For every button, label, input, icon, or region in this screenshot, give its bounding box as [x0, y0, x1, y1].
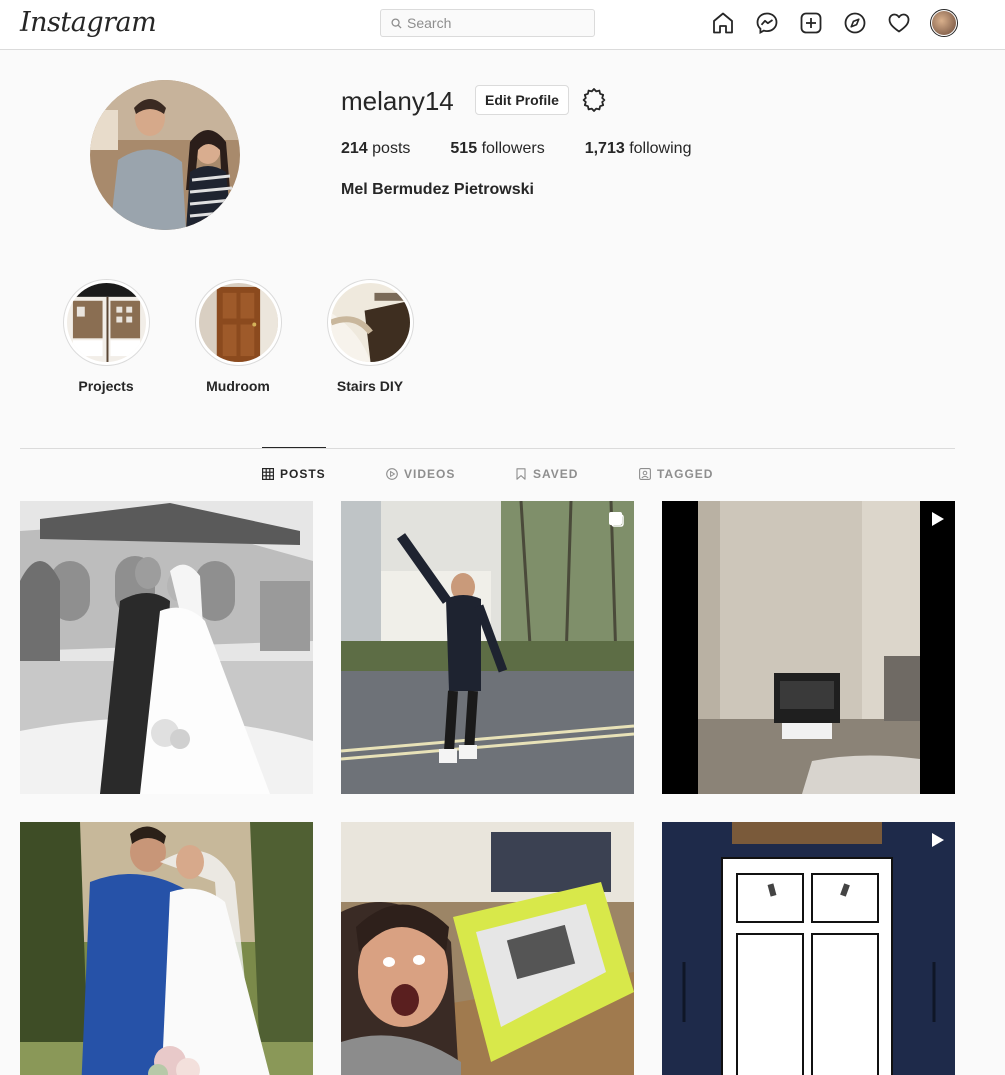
highlight-label: Mudroom [206, 378, 270, 394]
new-post-icon[interactable] [799, 11, 823, 35]
highlight-projects[interactable]: Projects [61, 279, 151, 394]
video-play-icon [932, 512, 944, 526]
search-box[interactable] [380, 9, 595, 37]
highlight-label: Stairs DIY [336, 378, 404, 394]
following-count: 1,713 [584, 140, 625, 157]
instagram-logo[interactable]: Instagram [20, 7, 157, 38]
highlight-ring [62, 279, 150, 366]
video-play-icon [932, 833, 944, 847]
highlight-ring [326, 279, 414, 366]
highlight-mudroom[interactable]: Mudroom [193, 279, 283, 394]
grid-icon [262, 468, 274, 480]
followers-count: 515 [450, 140, 478, 157]
tab-posts[interactable]: POSTS [262, 467, 326, 481]
highlight-cover [66, 283, 146, 362]
highlight-cover [330, 283, 410, 362]
tab-label: POSTS [280, 467, 326, 481]
search-input[interactable] [407, 15, 577, 31]
tab-label: TAGGED [657, 467, 714, 481]
tab-videos[interactable]: VIDEOS [386, 467, 455, 481]
post-thumbnail[interactable] [662, 501, 955, 794]
post-thumbnail[interactable] [20, 822, 313, 1075]
tab-tagged[interactable]: TAGGED [639, 467, 713, 481]
posts-label: posts [372, 140, 411, 157]
post-thumbnail[interactable] [662, 822, 955, 1075]
posts-stat: 214 posts [341, 140, 410, 158]
nav-icons [711, 11, 931, 35]
nav-profile-avatar[interactable] [930, 9, 958, 37]
post-thumbnail[interactable] [20, 501, 313, 794]
post-thumbnail[interactable] [341, 501, 634, 794]
edit-profile-button[interactable]: Edit Profile [475, 85, 569, 115]
tabs-divider [20, 448, 955, 449]
bookmark-icon [516, 468, 526, 480]
tab-label: SAVED [533, 467, 579, 481]
followers-label: followers [481, 140, 545, 157]
highlight-label: Projects [78, 378, 134, 394]
top-nav: Instagram [0, 0, 1005, 50]
search-icon [391, 17, 402, 29]
tagged-person-icon [639, 468, 651, 480]
tab-label: VIDEOS [404, 467, 456, 481]
play-circle-icon [386, 468, 398, 480]
post-thumbnail[interactable] [341, 822, 634, 1075]
highlight-cover [198, 283, 278, 362]
highlight-ring [194, 279, 282, 366]
following-label: following [629, 140, 692, 157]
highlight-stairs-diy[interactable]: Stairs DIY [325, 279, 415, 394]
followers-stat[interactable]: 515 followers [450, 140, 544, 158]
messenger-icon[interactable] [755, 11, 779, 35]
home-icon[interactable] [711, 11, 735, 35]
profile-full-name: Mel Bermudez Pietrowski [341, 181, 534, 198]
story-highlights: Projects Mudroom Stairs DIY [61, 279, 457, 394]
active-tab-indicator [262, 447, 326, 448]
activity-heart-icon[interactable] [887, 11, 911, 35]
tab-saved[interactable]: SAVED [515, 467, 578, 481]
carousel-icon [609, 512, 624, 527]
explore-icon[interactable] [843, 11, 867, 35]
posts-count: 214 [341, 140, 368, 157]
settings-gear-icon[interactable] [581, 87, 607, 113]
profile-avatar[interactable] [90, 80, 240, 230]
following-stat[interactable]: 1,713 following [585, 140, 692, 158]
profile-stats: 214 posts 515 followers 1,713 following [341, 140, 731, 158]
profile-username: melany14 [341, 86, 454, 116]
